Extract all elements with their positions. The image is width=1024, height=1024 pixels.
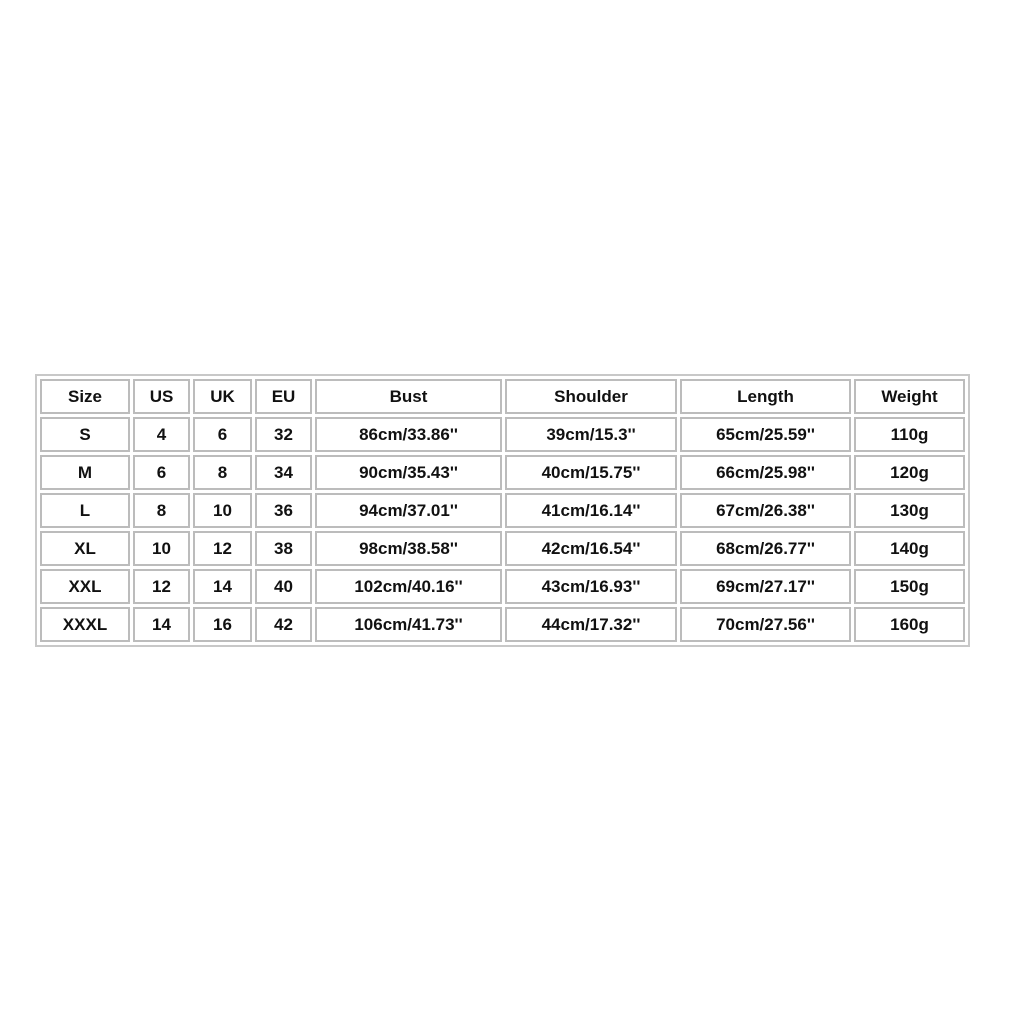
column-header: UK <box>193 379 252 414</box>
table-cell: 6 <box>193 417 252 452</box>
table-cell: XXL <box>40 569 130 604</box>
table-cell: 40 <box>255 569 312 604</box>
column-header: Length <box>680 379 851 414</box>
table-cell: 68cm/26.77'' <box>680 531 851 566</box>
table-cell: 65cm/25.59'' <box>680 417 851 452</box>
table-row: L 8 10 36 94cm/37.01'' 41cm/16.14'' 67cm/26.38… <box>40 493 965 528</box>
column-header: Bust <box>315 379 502 414</box>
table-cell: 8 <box>133 493 190 528</box>
table-cell: 12 <box>133 569 190 604</box>
size-chart-table: Size US UK EU Bust Shoulder Length Weight S 4 6 32 8… <box>37 376 968 645</box>
table-cell: 67cm/26.38'' <box>680 493 851 528</box>
table-row: XXL 12 14 40 102cm/40.16'' 43cm/16.93'' 69cm/2… <box>40 569 965 604</box>
table-cell: 40cm/15.75'' <box>505 455 677 490</box>
table-cell: 38 <box>255 531 312 566</box>
table-cell: 150g <box>854 569 965 604</box>
table-cell: 98cm/38.58'' <box>315 531 502 566</box>
table-cell: 43cm/16.93'' <box>505 569 677 604</box>
table-cell: 110g <box>854 417 965 452</box>
table-cell: 36 <box>255 493 312 528</box>
table-cell: 69cm/27.17'' <box>680 569 851 604</box>
table-cell: 16 <box>193 607 252 642</box>
table-cell: 106cm/41.73'' <box>315 607 502 642</box>
table-cell: M <box>40 455 130 490</box>
table-cell: 70cm/27.56'' <box>680 607 851 642</box>
table-cell: 94cm/37.01'' <box>315 493 502 528</box>
table-cell: 120g <box>854 455 965 490</box>
table-cell: 12 <box>193 531 252 566</box>
size-chart: Size US UK EU Bust Shoulder Length Weight S 4 6 32 8… <box>35 374 970 647</box>
table-cell: 41cm/16.14'' <box>505 493 677 528</box>
table-row: S 4 6 32 86cm/33.86'' 39cm/15.3'' 65cm/25.59''… <box>40 417 965 452</box>
table-cell: 14 <box>133 607 190 642</box>
table-cell: 10 <box>133 531 190 566</box>
table-cell: XL <box>40 531 130 566</box>
table-cell: S <box>40 417 130 452</box>
table-cell: 34 <box>255 455 312 490</box>
table-cell: 66cm/25.98'' <box>680 455 851 490</box>
header-row: Size US UK EU Bust Shoulder Length Weight <box>40 379 965 414</box>
table-cell: 102cm/40.16'' <box>315 569 502 604</box>
column-header: Shoulder <box>505 379 677 414</box>
table-cell: 130g <box>854 493 965 528</box>
column-header: Size <box>40 379 130 414</box>
column-header: US <box>133 379 190 414</box>
table-cell: 140g <box>854 531 965 566</box>
table-cell: 32 <box>255 417 312 452</box>
table-cell: 6 <box>133 455 190 490</box>
table-row: XXXL 14 16 42 106cm/41.73'' 44cm/17.32'' 70cm/… <box>40 607 965 642</box>
table-row: XL 10 12 38 98cm/38.58'' 42cm/16.54'' 68cm/26.… <box>40 531 965 566</box>
table-cell: 160g <box>854 607 965 642</box>
table-cell: 8 <box>193 455 252 490</box>
table-cell: XXXL <box>40 607 130 642</box>
table-cell: 42 <box>255 607 312 642</box>
table-cell: 86cm/33.86'' <box>315 417 502 452</box>
table-row: M 6 8 34 90cm/35.43'' 40cm/15.75'' 66cm/25.98'… <box>40 455 965 490</box>
table-cell: 4 <box>133 417 190 452</box>
column-header: EU <box>255 379 312 414</box>
column-header: Weight <box>854 379 965 414</box>
table-cell: L <box>40 493 130 528</box>
table-cell: 44cm/17.32'' <box>505 607 677 642</box>
table-cell: 10 <box>193 493 252 528</box>
table-cell: 39cm/15.3'' <box>505 417 677 452</box>
table-cell: 14 <box>193 569 252 604</box>
table-cell: 90cm/35.43'' <box>315 455 502 490</box>
table-cell: 42cm/16.54'' <box>505 531 677 566</box>
